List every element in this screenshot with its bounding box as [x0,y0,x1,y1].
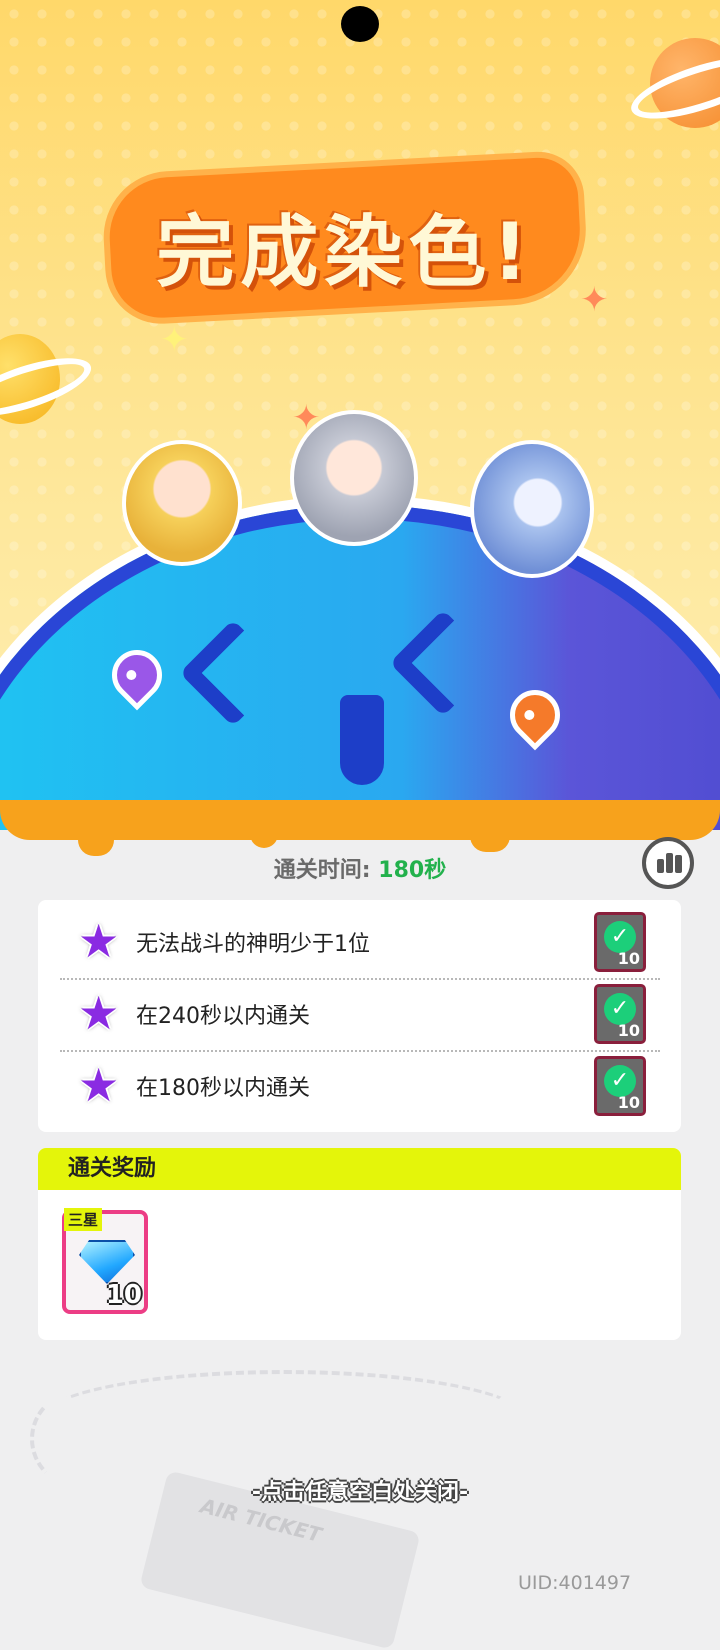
rewards-title: 通关奖励 [38,1148,681,1190]
clear-time-label: 通关时间: [273,858,371,883]
sparkle-icon: ✦ [160,320,189,360]
reward-tag: 三星 [64,1208,103,1231]
clear-time-value: 180秒 [378,858,447,883]
clear-rewards-panel: 通关奖励 三星 10 [38,1148,681,1340]
reward-quantity: 10 [105,1280,142,1310]
diamond-gem-icon [79,1240,135,1284]
star-objectives-list: ★ 无法战斗的神明少于1位 ✓ 10 ★ 在240秒以内通关 ✓ 10 ★ 在1… [38,900,681,1132]
planet-icon-top-right [624,28,720,138]
reward-item[interactable]: 三星 10 [62,1208,148,1314]
objective-text: 无法战斗的神明少于1位 [136,932,370,957]
objective-text: 在240秒以内通关 [136,1004,310,1029]
bar-chart-icon [675,855,682,873]
character-silver-hair [290,410,418,546]
objective-row: ★ 在240秒以内通关 ✓ 10 [38,976,681,1048]
purple-star-icon: ★ [78,1058,120,1112]
victory-banner-area: 完成染色! ✦ ✦ ✦ [0,0,720,880]
purple-star-icon: ★ [78,914,120,968]
sparkle-icon: ✦ [580,280,609,320]
objective-reward-amount: 10 [617,1021,640,1040]
victory-title: 完成染色! [156,208,534,298]
camera-notch [341,6,379,42]
objective-reward-amount: 10 [617,949,640,968]
user-id: UID:401497 [518,1572,632,1594]
purple-star-icon: ★ [78,986,120,1040]
close-hint[interactable]: -点击任意空白处关闭- [0,1474,720,1506]
character-blue-hair [470,440,594,578]
planet-icon-left [0,330,98,430]
character-blonde [122,440,242,566]
objective-reward-badge: ✓ 10 [594,1056,646,1116]
bar-chart-icon [657,859,664,873]
objective-row: ★ 在180秒以内通关 ✓ 10 [38,1048,681,1120]
objective-reward-amount: 10 [617,1093,640,1112]
objective-reward-badge: ✓ 10 [594,984,646,1044]
objective-text: 在180秒以内通关 [136,1076,310,1101]
stats-button[interactable] [642,837,694,889]
objective-reward-badge: ✓ 10 [594,912,646,972]
clear-time: 通关时间: 180秒 [0,852,720,884]
objective-row: ★ 无法战斗的神明少于1位 ✓ 10 [38,904,681,976]
bar-chart-icon [666,853,673,873]
